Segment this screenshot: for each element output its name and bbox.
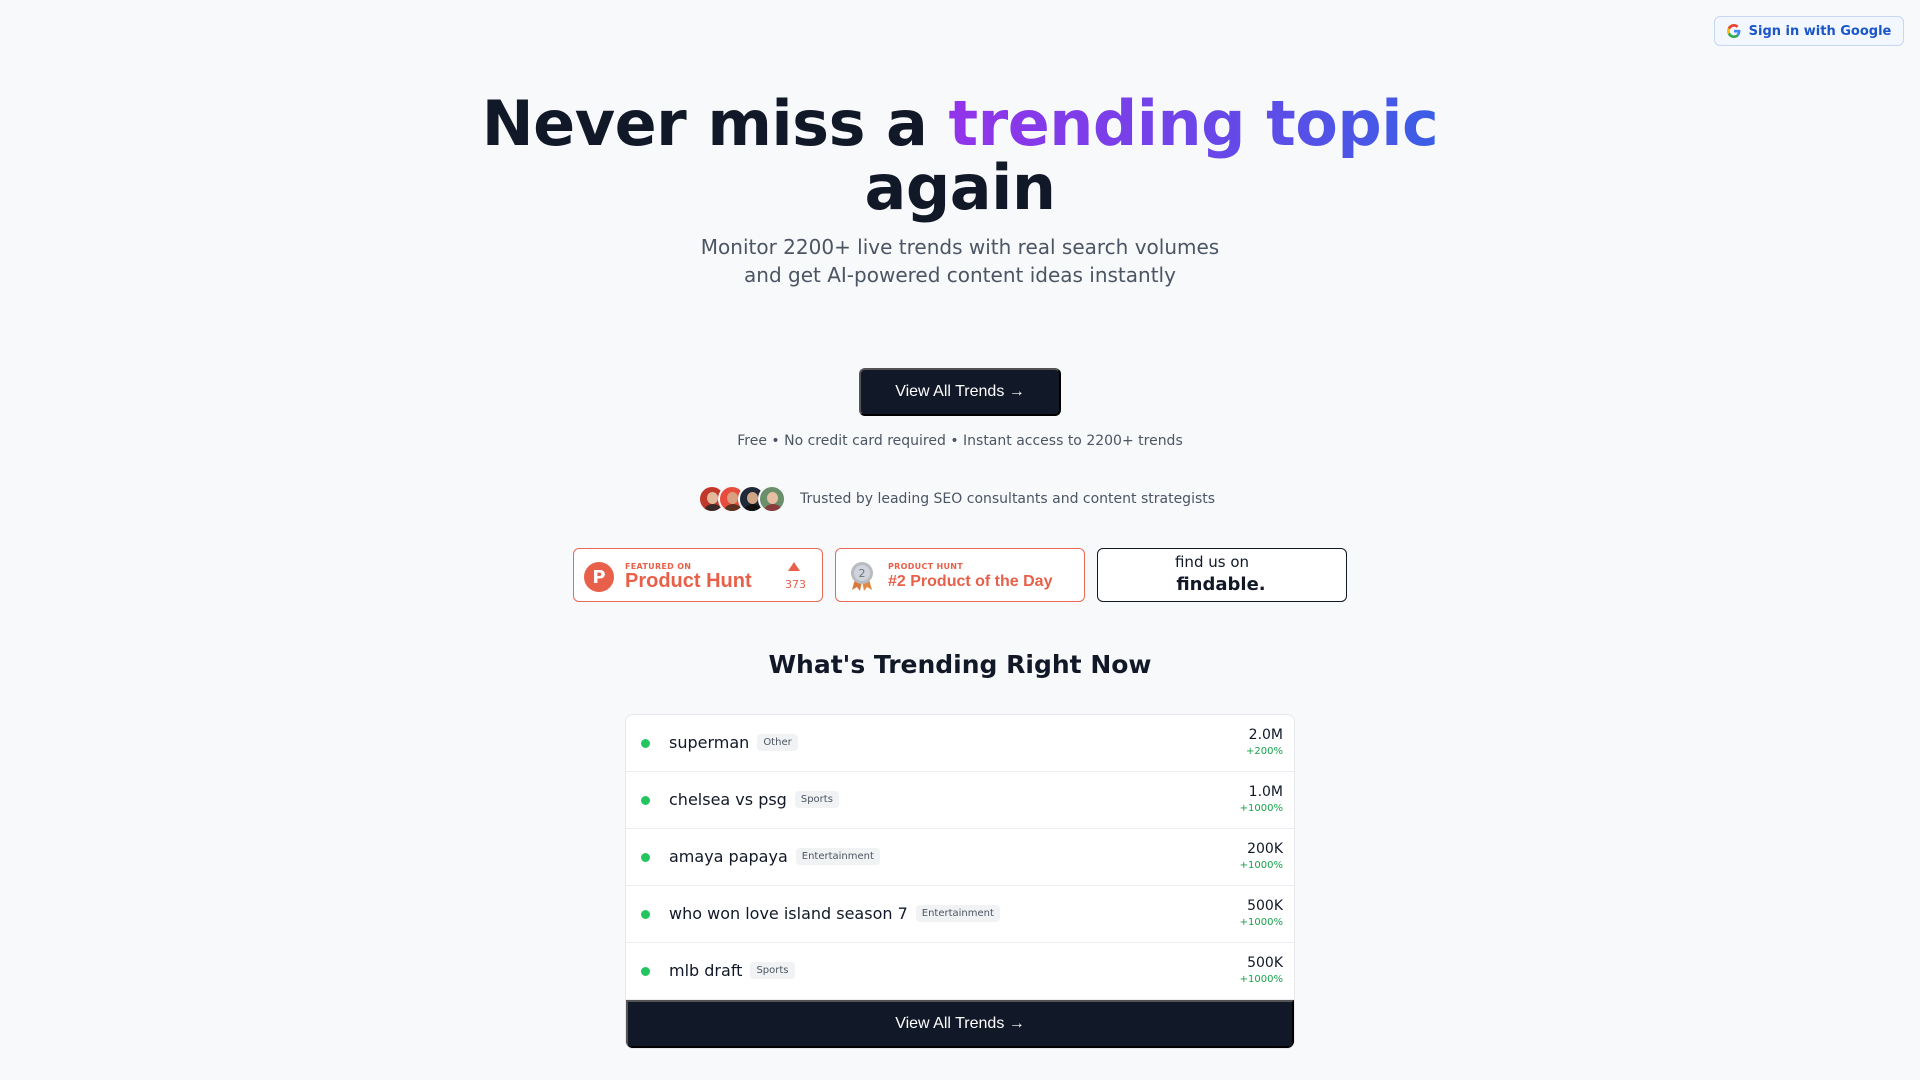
trend-volume: 2.0M: [1248, 727, 1283, 743]
findable-small-label: find us on: [1174, 553, 1250, 571]
product-hunt-featured-badge[interactable]: P FEATURED ON Product Hunt 373: [573, 548, 823, 602]
trend-term: superman: [669, 733, 750, 752]
hero-headline-accent: trending topic: [948, 87, 1439, 160]
medal-icon: 2: [851, 562, 873, 591]
sign-in-with-google-button[interactable]: Sign in with Google: [1714, 16, 1904, 46]
trend-row[interactable]: superman Other 2.0M +200%: [626, 715, 1294, 772]
trend-volume: 1.0M: [1248, 784, 1283, 800]
trend-category-badge: Entertainment: [915, 905, 1000, 922]
trend-category-badge: Sports: [750, 962, 795, 979]
trend-volume: 500K: [1247, 898, 1283, 914]
hero-subtitle: Monitor 2200+ live trends with real sear…: [0, 233, 1920, 289]
product-hunt-big-label: Product Hunt: [625, 570, 752, 592]
sign-in-label: Sign in with Google: [1748, 23, 1892, 39]
live-status-dot: [641, 910, 650, 919]
trend-term: chelsea vs psg: [669, 790, 787, 809]
product-of-day-big-label: #2 Product of the Day: [888, 573, 1053, 590]
hero-subtitle-line-2: and get AI-powered content ideas instant…: [744, 263, 1176, 287]
view-all-trends-button[interactable]: View All Trends →: [859, 368, 1061, 416]
product-of-the-day-badge[interactable]: 2 PRODUCT HUNT #2 Product of the Day: [835, 548, 1085, 602]
trending-list: superman Other 2.0M +200% chelsea vs psg Sp…: [625, 714, 1295, 1049]
avatar-group: [698, 485, 786, 513]
live-status-dot: [641, 739, 650, 748]
view-all-trends-list-button[interactable]: View All Trends →: [626, 1000, 1294, 1048]
trend-term: who won love island season 7: [669, 904, 908, 923]
trend-category-badge: Other: [757, 734, 798, 751]
product-hunt-logo-icon: P: [584, 562, 614, 592]
hero-subtitle-line-1: Monitor 2200+ live trends with real sear…: [700, 235, 1220, 259]
trend-category-badge: Sports: [794, 791, 839, 808]
trend-change: +1000%: [1239, 860, 1283, 871]
trend-change: +1000%: [1239, 974, 1283, 985]
live-status-dot: [641, 853, 650, 862]
avatar: [758, 485, 786, 513]
hero-headline: Never miss a trending topic again: [0, 92, 1920, 220]
live-status-dot: [641, 796, 650, 805]
trust-text: Trusted by leading SEO consultants and c…: [800, 491, 1216, 507]
landing-page: Sign in with Google Never miss a trendin…: [0, 0, 1920, 1080]
trend-change: +1000%: [1239, 917, 1283, 928]
trend-change: +1000%: [1239, 803, 1283, 814]
upvote-arrow-icon: [788, 562, 800, 571]
product-of-day-small-label: PRODUCT HUNT: [888, 562, 964, 571]
trending-section-title: What's Trending Right Now: [768, 650, 1152, 679]
trend-change: +200%: [1246, 746, 1283, 757]
upvote-count: 373: [785, 578, 806, 591]
trend-row[interactable]: who won love island season 7 Entertainmen…: [626, 886, 1294, 943]
google-g-icon: [1726, 24, 1741, 38]
trend-volume: 500K: [1247, 955, 1283, 971]
trend-volume: 200K: [1247, 841, 1283, 857]
trend-term: amaya papaya: [669, 847, 788, 866]
findable-big-label: findable.: [1176, 574, 1266, 595]
hero-headline-tail: again: [864, 151, 1056, 224]
pricing-note: Free • No credit card required • Instant…: [737, 433, 1183, 449]
trend-row[interactable]: mlb draft Sports 500K +1000%: [626, 943, 1294, 1000]
trend-category-badge: Entertainment: [795, 848, 880, 865]
hero-headline-lead: Never miss a: [481, 87, 949, 160]
findable-badge[interactable]: find us on findable.: [1097, 548, 1347, 602]
live-status-dot: [641, 967, 650, 976]
trend-term: mlb draft: [669, 961, 743, 980]
trend-row[interactable]: amaya papaya Entertainment 200K +1000%: [626, 829, 1294, 886]
trust-row: Trusted by leading SEO consultants and c…: [698, 485, 1215, 513]
medal-number: 2: [859, 567, 866, 580]
trend-row[interactable]: chelsea vs psg Sports 1.0M +1000%: [626, 772, 1294, 829]
